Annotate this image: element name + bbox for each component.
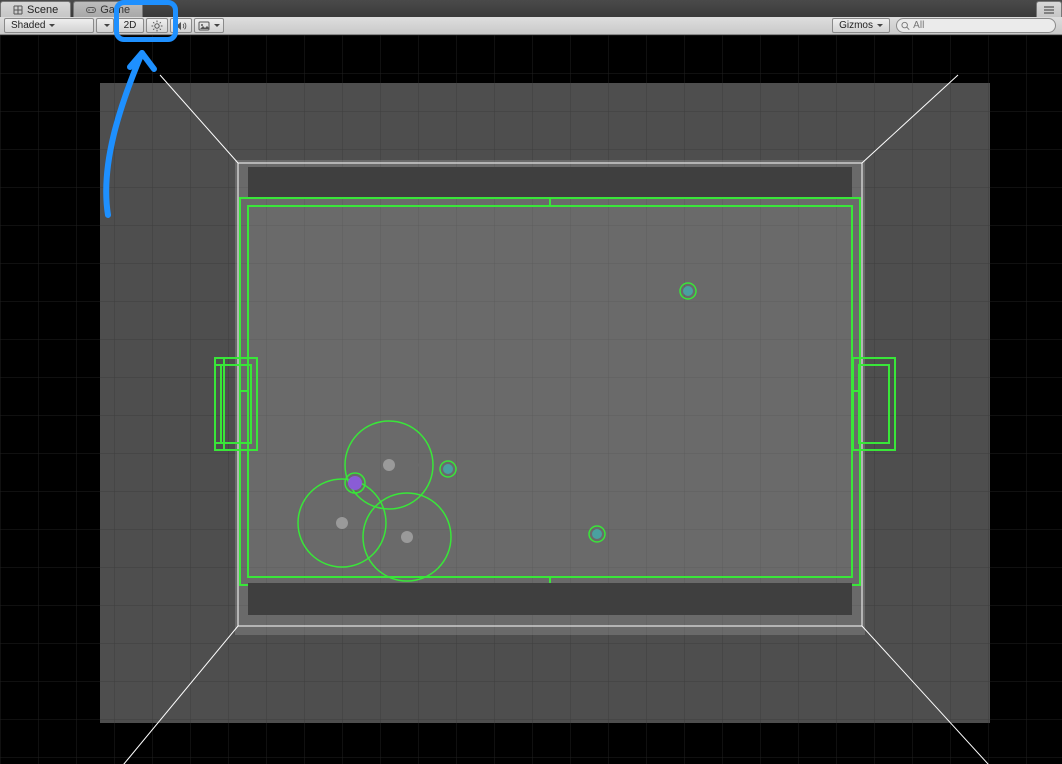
tab-scene-label: Scene [27,4,58,16]
search-field[interactable] [896,18,1056,33]
scene-toolbar: Shaded 2D Gizmos [0,17,1062,35]
lighting-toggle-button[interactable] [146,18,168,33]
effects-dropdown[interactable] [194,18,224,33]
panel-options-button[interactable] [1036,1,1062,17]
render-mode-dropdown[interactable] [96,18,114,33]
shading-mode-label: Shaded [11,20,45,31]
scene-icon [13,5,23,15]
game-icon [86,5,96,15]
tab-scene[interactable]: Scene [0,1,71,17]
menu-icon [1043,6,1055,14]
search-input[interactable] [913,20,1049,31]
scene-viewport[interactable] [0,35,1062,764]
2d-toggle-button[interactable]: 2D [116,18,144,33]
tab-game-label: Game [100,4,130,16]
tab-game[interactable]: Game [73,1,143,17]
image-icon [198,20,210,32]
2d-toggle-label: 2D [124,20,137,31]
search-icon [901,21,910,31]
sun-icon [151,20,163,32]
tab-bar: Scene Game [0,0,1062,17]
shading-mode-dropdown[interactable]: Shaded [4,18,94,33]
audio-toggle-button[interactable] [170,18,192,33]
gizmos-dropdown[interactable]: Gizmos [832,18,890,33]
audio-icon [175,20,187,32]
gizmos-label: Gizmos [839,20,873,31]
